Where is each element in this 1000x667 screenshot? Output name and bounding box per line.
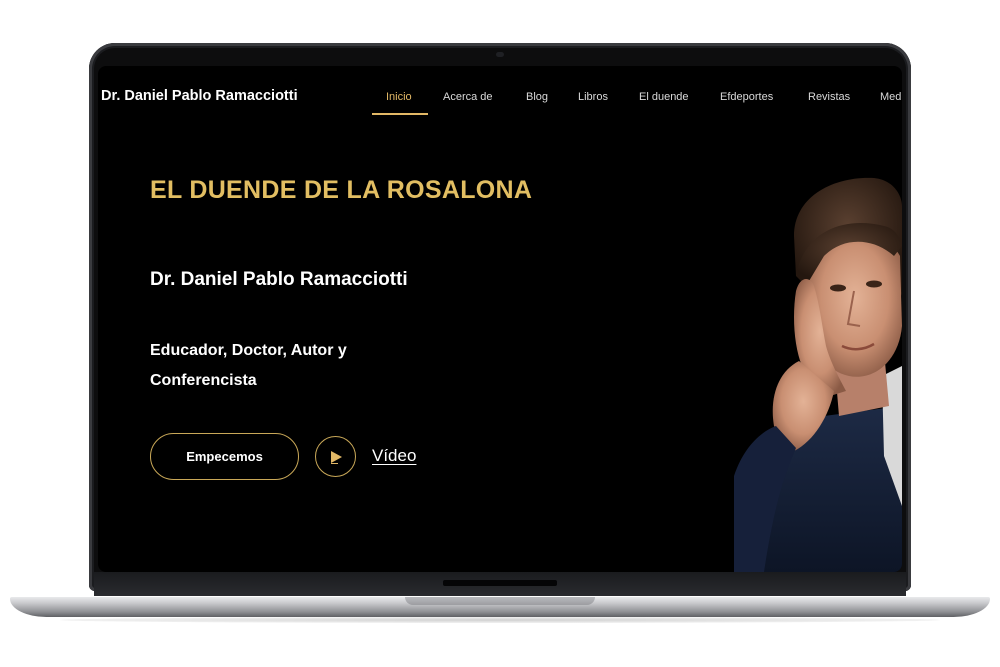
hero-title: EL DUENDE DE LA ROSALONA bbox=[150, 176, 533, 204]
nav-item-el-duende[interactable]: El duende bbox=[639, 91, 689, 103]
laptop-screen: Dr. Daniel Pablo Ramacciotti Inicio Acer… bbox=[98, 66, 902, 572]
nav-item-efdeportes[interactable]: Efdeportes bbox=[720, 91, 773, 103]
author-portrait bbox=[734, 177, 902, 572]
site-header: Dr. Daniel Pablo Ramacciotti Inicio Acer… bbox=[98, 66, 902, 130]
nav-item-inicio[interactable]: Inicio bbox=[386, 91, 412, 103]
site-brand[interactable]: Dr. Daniel Pablo Ramacciotti bbox=[101, 88, 298, 104]
play-video-button[interactable] bbox=[315, 436, 356, 477]
hero-author-name: Dr. Daniel Pablo Ramacciotti bbox=[150, 269, 408, 290]
laptop-base-notch bbox=[405, 597, 595, 605]
hero-description: Educador, Doctor, Autor y Conferencista bbox=[150, 342, 347, 389]
nav-item-blog[interactable]: Blog bbox=[526, 91, 548, 103]
laptop-shadow bbox=[60, 617, 940, 623]
laptop-mockup: Dr. Daniel Pablo Ramacciotti Inicio Acer… bbox=[0, 0, 1000, 667]
laptop-hinge-slot bbox=[443, 580, 557, 586]
video-link[interactable]: Vídeo bbox=[372, 446, 416, 466]
nav-item-libros[interactable]: Libros bbox=[578, 91, 608, 103]
nav-item-med[interactable]: Med bbox=[880, 91, 901, 103]
nav-item-revistas[interactable]: Revistas bbox=[808, 91, 850, 103]
play-icon bbox=[330, 450, 342, 464]
nav-item-acerca-de[interactable]: Acerca de bbox=[443, 91, 493, 103]
active-nav-indicator bbox=[372, 113, 428, 115]
empecemos-button[interactable]: Empecemos bbox=[150, 433, 299, 480]
webcam bbox=[496, 52, 504, 57]
